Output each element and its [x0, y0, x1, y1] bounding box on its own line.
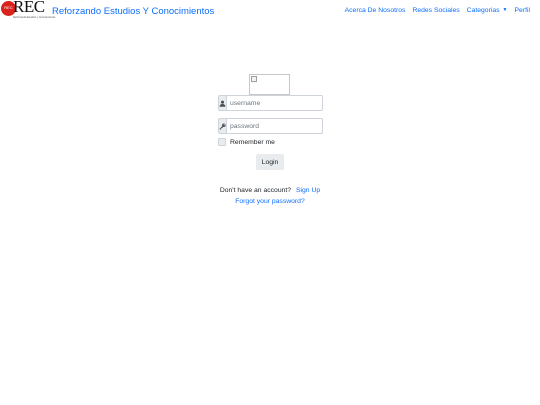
- username-input[interactable]: [227, 95, 323, 111]
- remember-me-checkbox[interactable]: [218, 138, 226, 146]
- broken-image-icon: [251, 76, 257, 82]
- nav-social-link[interactable]: Redes Sociales: [412, 7, 459, 14]
- nav-about-link[interactable]: Acerca De Nosotros: [345, 7, 406, 14]
- signup-link[interactable]: Sign Up: [296, 187, 320, 194]
- forgot-row: Forgot your password?: [0, 198, 540, 205]
- no-account-text: Don't have an account?: [219, 187, 292, 194]
- login-button[interactable]: Login: [256, 154, 284, 170]
- key-icon: [218, 118, 227, 134]
- remember-me-row: Remember me: [218, 138, 275, 146]
- brand-link[interactable]: Reforzando Estudios Y Conocimientos: [52, 6, 214, 17]
- logo-subtitle: Reforzando Estudios y Conocimientos: [13, 16, 56, 19]
- user-icon: [218, 95, 227, 111]
- chevron-down-icon: ▼: [502, 7, 508, 13]
- password-group: [218, 118, 323, 134]
- top-navbar: REC REC Reforzando Estudios y Conocimien…: [0, 0, 540, 24]
- password-input[interactable]: [227, 118, 323, 134]
- login-image: [249, 74, 290, 95]
- nav-categories-dropdown[interactable]: Categorias ▼: [467, 7, 508, 14]
- username-group: [218, 95, 323, 111]
- forgot-password-link[interactable]: Forgot your password?: [235, 198, 305, 205]
- logo-text: REC: [13, 0, 45, 16]
- nav-categories-label: Categorias: [466, 7, 500, 14]
- remember-me-label[interactable]: Remember me: [230, 139, 275, 146]
- nav-links: Acerca De Nosotros Redes Sociales Catego…: [345, 7, 530, 14]
- nav-profile-link[interactable]: Perfil: [515, 7, 531, 14]
- site-logo[interactable]: REC REC Reforzando Estudios y Conocimien…: [0, 0, 55, 22]
- signup-row: Don't have an account? Sign Up: [0, 187, 540, 194]
